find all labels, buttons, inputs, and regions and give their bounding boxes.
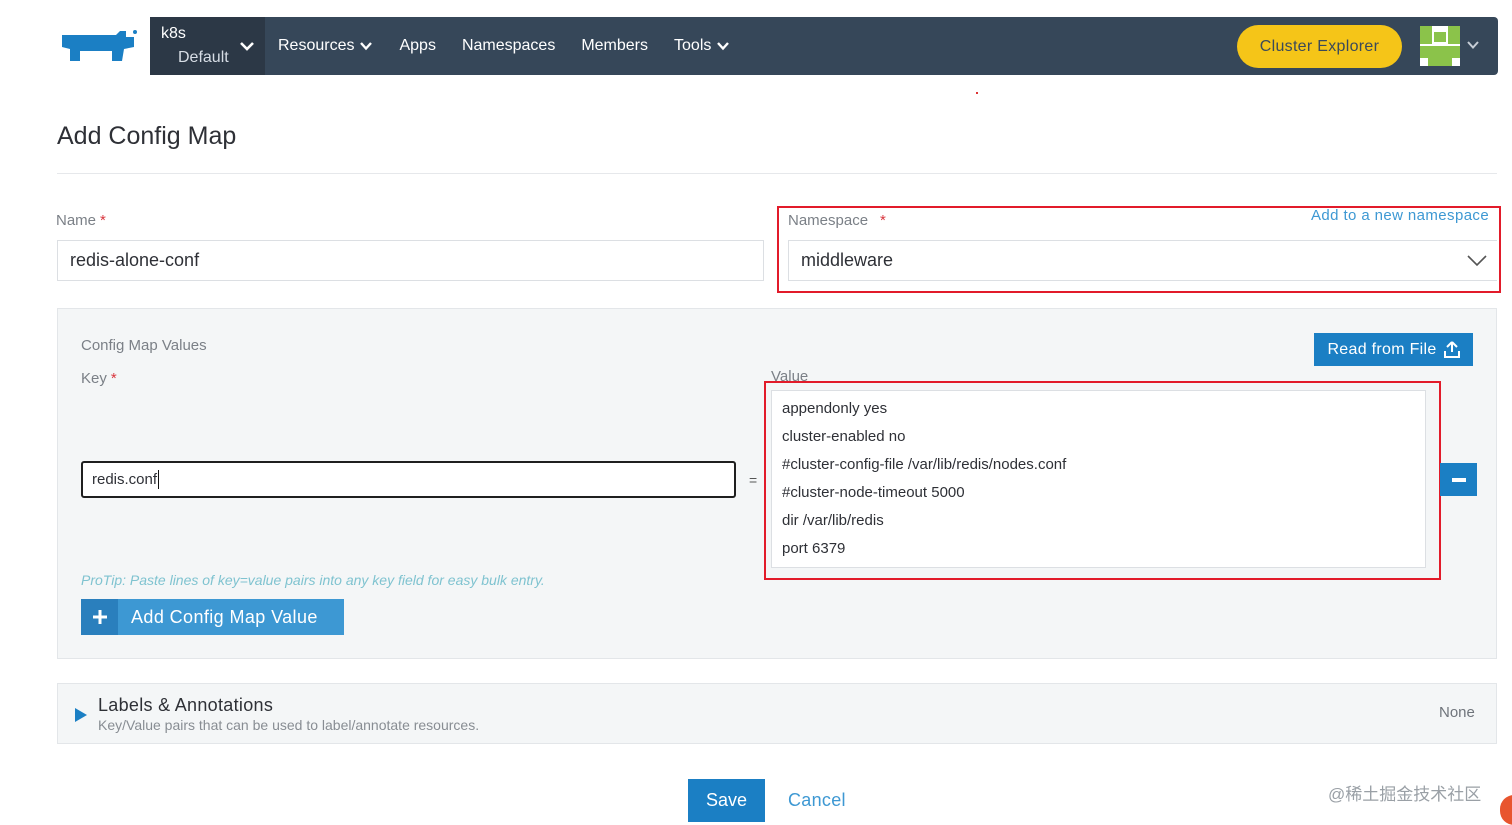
config-key-input[interactable]: redis.conf (81, 461, 736, 498)
protip-text: ProTip: Paste lines of key=value pairs i… (81, 572, 545, 588)
labels-description: Key/Value pairs that can be used to labe… (98, 717, 480, 733)
add-config-value-button[interactable]: Add Config Map Value (81, 599, 344, 635)
nav-resources[interactable]: Resources (278, 37, 373, 55)
value-line: appendonly yes (782, 400, 888, 417)
watermark: @稀土掘金技术社区 (1328, 785, 1482, 804)
nav-tools-label: Tools (674, 37, 712, 54)
nav-apps-label: Apps (399, 37, 436, 54)
name-label: Name * (56, 212, 106, 229)
read-from-file-label: Read from File (1327, 340, 1437, 358)
nav-resources-label: Resources (278, 37, 355, 54)
nav-apps[interactable]: Apps (399, 37, 435, 55)
labels-title: Labels & Annotations (98, 695, 274, 715)
user-avatar-icon[interactable] (1420, 26, 1460, 66)
save-button[interactable]: Save (688, 779, 765, 822)
chevron-down-icon (360, 42, 373, 51)
page-title: Add Config Map (57, 122, 237, 150)
cluster-name: k8s (161, 25, 186, 42)
chevron-down-icon (1467, 255, 1487, 267)
labels-status: None (1439, 704, 1475, 721)
text-caret (158, 470, 160, 489)
chevron-down-icon (240, 42, 254, 51)
add-config-value-label: Add Config Map Value (131, 606, 318, 627)
upload-icon (1443, 341, 1460, 358)
required-mark: * (110, 370, 117, 387)
caret-right-icon[interactable] (74, 707, 88, 723)
nav-links: Resources Apps Namespaces Members Tools (278, 17, 756, 75)
cluster-project-switcher[interactable]: k8s Default (150, 17, 265, 75)
nav-namespaces[interactable]: Namespaces (462, 37, 555, 55)
rancher-cow-icon[interactable] (56, 27, 138, 65)
nav-members-label: Members (581, 37, 649, 54)
decorative-dot (976, 92, 978, 94)
value-line: dir /var/lib/redis (782, 512, 884, 529)
namespace-select[interactable]: middleware (788, 240, 1497, 281)
equals-sign: = (749, 472, 758, 488)
corner-badge-icon (1500, 795, 1512, 825)
config-key-value: redis.conf (92, 471, 158, 488)
key-label-text: Key (81, 370, 107, 387)
namespace-select-value: middleware (801, 250, 894, 270)
top-navigation: k8s Default Resources Apps Namespaces Me… (0, 17, 1498, 75)
config-values-label: Config Map Values (81, 337, 207, 354)
cluster-explorer-button[interactable]: Cluster Explorer (1237, 25, 1402, 68)
nav-tools[interactable]: Tools (674, 37, 730, 55)
add-namespace-link[interactable]: Add to a new namespace (1311, 207, 1489, 224)
required-mark: * (100, 212, 106, 229)
plus-icon (81, 599, 118, 635)
chevron-down-icon (717, 42, 730, 51)
value-line: #cluster-config-file /var/lib/redis/node… (782, 456, 1067, 473)
cancel-button[interactable]: Cancel (788, 790, 846, 811)
value-line: #cluster-node-timeout 5000 (782, 484, 965, 501)
value-label: Value (771, 368, 809, 381)
remove-value-button[interactable] (1440, 463, 1477, 496)
key-label: Key * (81, 370, 117, 387)
minus-icon (1451, 477, 1466, 482)
read-from-file-button[interactable]: Read from File (1314, 333, 1473, 366)
divider (57, 173, 1497, 174)
nav-namespaces-label: Namespaces (461, 37, 556, 54)
value-line: port 6379 (782, 540, 846, 557)
name-input[interactable]: redis-alone-conf (57, 240, 764, 281)
project-name: Default (178, 49, 229, 66)
name-label-text: Name (56, 212, 97, 229)
chevron-down-icon[interactable] (1466, 39, 1480, 51)
config-value-textarea[interactable]: appendonly yes cluster-enabled no #clust… (771, 390, 1426, 568)
required-mark: * (880, 212, 886, 229)
namespace-label: Namespace * (788, 212, 886, 229)
nav-members[interactable]: Members (581, 37, 648, 55)
namespace-label-text: Namespace (788, 212, 869, 229)
value-line: cluster-enabled no (782, 428, 906, 445)
